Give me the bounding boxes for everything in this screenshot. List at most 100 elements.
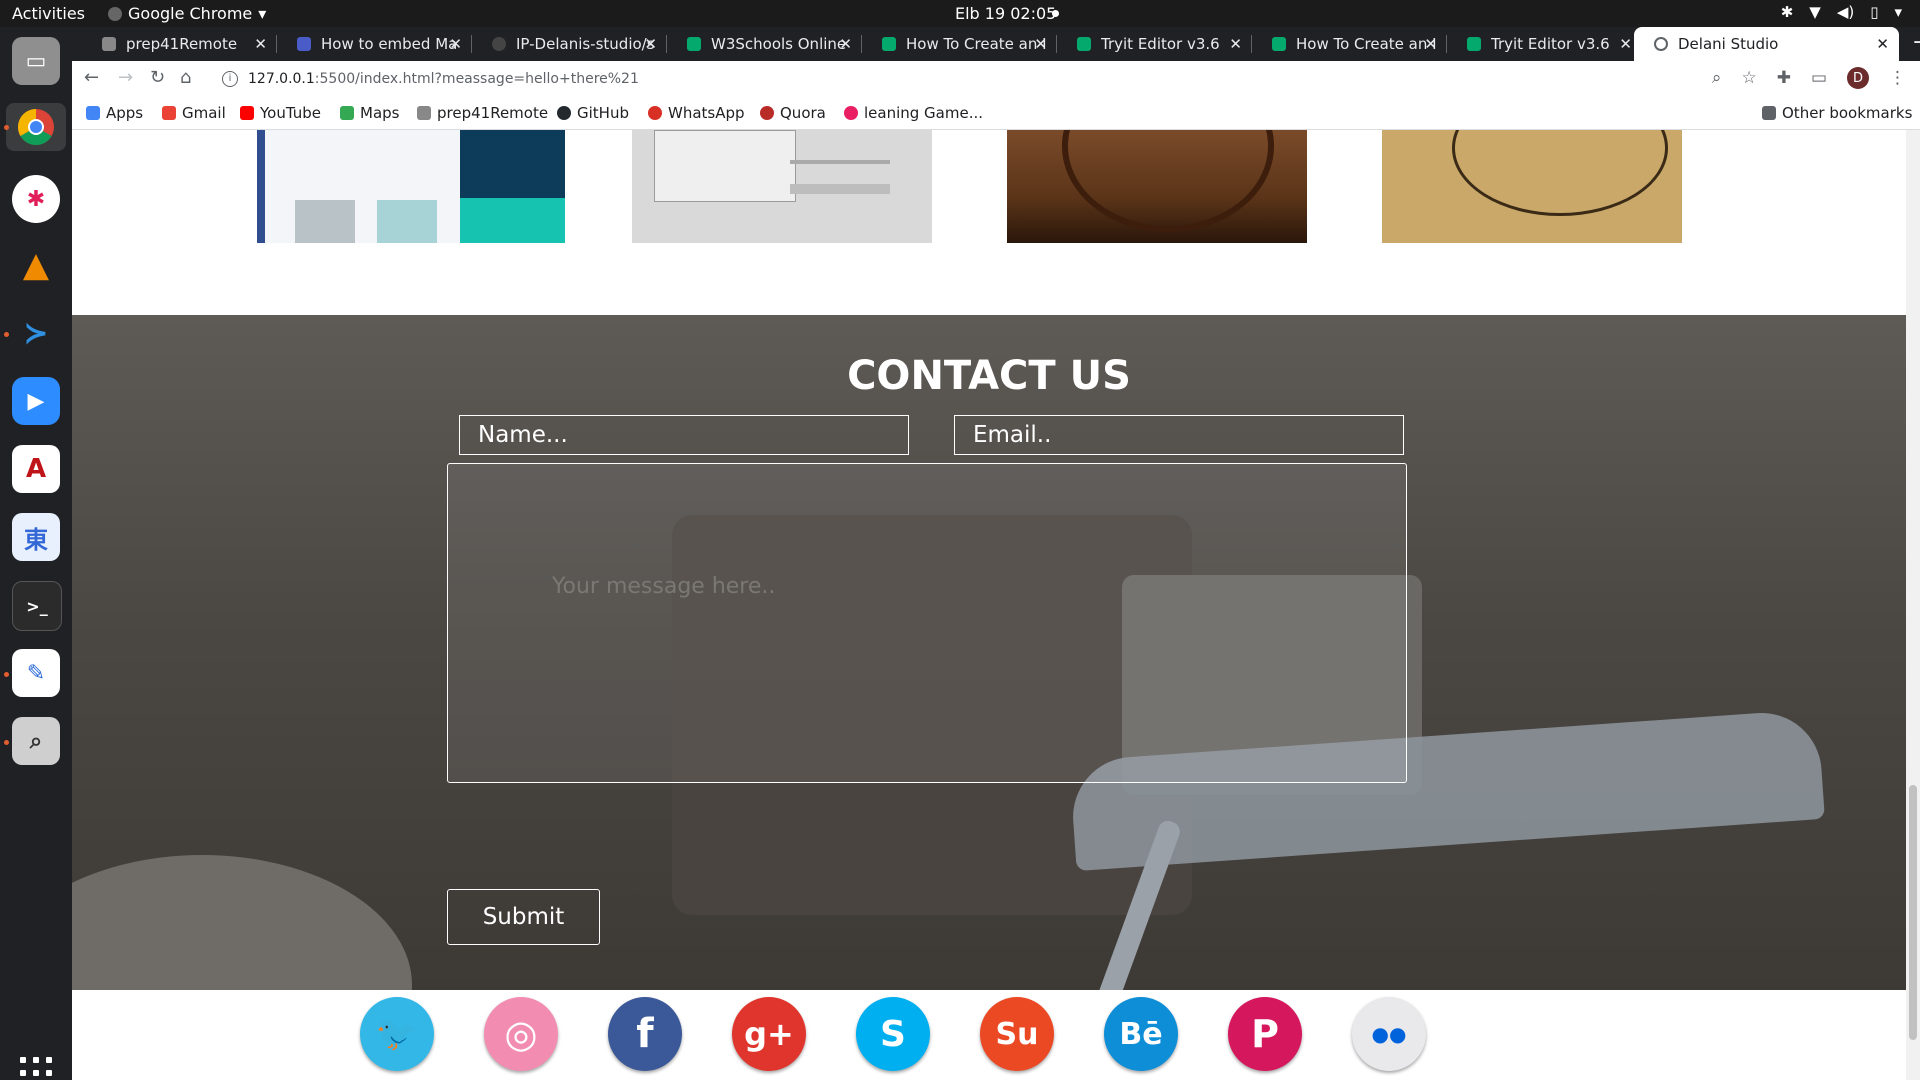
email-input[interactable] [954,415,1404,455]
message-textarea[interactable] [447,463,1407,783]
input-method-icon[interactable]: 東 [12,513,60,561]
portfolio-image-restaurant-stamp[interactable] [1382,130,1682,243]
tab-w3schools[interactable]: W3Schools Online ✕ [667,27,862,61]
bookmark-whatsapp[interactable]: WhatsApp [648,104,745,122]
zoom-icon[interactable]: ⌕ [1712,68,1722,88]
tab-title: prep41Remote [126,35,238,53]
tab-github-repo[interactable]: IP-Delanis-studio/s ✕ [472,27,667,61]
close-tab-icon[interactable]: ✕ [254,35,267,53]
bookmark-star-icon[interactable]: ☆ [1741,68,1756,88]
close-tab-icon[interactable]: ✕ [1619,35,1632,53]
back-icon[interactable]: ← [84,67,99,88]
scrollbar-thumb[interactable] [1909,785,1917,1040]
tab-title: How To Create an I [1296,35,1436,53]
browser-toolbar: ← → ↻ ⌂ i 127.0.0.1:5500/index.html?meas… [72,61,1920,97]
w3schools-icon [1077,37,1091,51]
tab-prep41remote[interactable]: prep41Remote ✕ [82,27,277,61]
vscode-icon[interactable]: ≻ [12,309,60,357]
dribbble-icon[interactable]: ◎ [484,997,558,1071]
tab-tryit-editor-1[interactable]: Tryit Editor v3.6 ✕ [1057,27,1252,61]
running-indicator-icon [4,672,9,677]
profile-avatar[interactable]: D [1847,67,1869,89]
terminal-icon[interactable]: >_ [12,581,62,631]
bookmark-gmail[interactable]: Gmail [162,104,226,122]
power-menu-icon[interactable]: ▾ [1894,3,1902,21]
bookmark-youtube[interactable]: YouTube [240,104,321,122]
thumbnail-sidebar [460,130,565,243]
portfolio-image-form-ui[interactable] [632,130,932,243]
pinterest-icon[interactable]: P [1228,997,1302,1071]
thumbnail-form [654,130,796,202]
tab-tryit-editor-2[interactable]: Tryit Editor v3.6 ✕ [1447,27,1642,61]
show-applications-icon[interactable] [20,1057,52,1089]
cast-icon[interactable]: ▭ [1811,68,1827,88]
slack-icon[interactable]: ✱ [12,175,60,223]
tab-delani-studio[interactable]: Delani Studio ✕ [1634,27,1899,61]
google-plus-icon[interactable]: g+ [732,997,806,1071]
tab-how-to-create-1[interactable]: How To Create an I ✕ [862,27,1057,61]
bookmark-leaning-game[interactable]: leaning Game... [844,104,983,122]
new-tab-icon[interactable]: + [1912,30,1920,55]
address-bar[interactable]: i 127.0.0.1:5500/index.html?meassage=hel… [212,65,1862,93]
tab-how-to-create-2[interactable]: How To Create an I ✕ [1252,27,1447,61]
submit-button[interactable]: Submit [447,889,600,945]
tab-embed-maps[interactable]: How to embed Ma ✕ [277,27,472,61]
clock[interactable]: Elb 19 02:05 [955,4,1056,23]
home-icon[interactable]: ⌂ [180,67,191,88]
bookmark-github[interactable]: GitHub [557,104,629,122]
forward-icon[interactable]: → [118,67,133,88]
files-icon[interactable]: ▭ [12,37,60,85]
close-tab-icon[interactable]: ✕ [1876,35,1889,53]
site-info-icon[interactable]: i [222,71,238,87]
stumbleupon-icon[interactable]: Su [980,997,1054,1071]
screenshot-search-icon[interactable]: ⌕ [12,717,60,765]
skype-icon[interactable]: S [856,997,930,1071]
portfolio-image-website[interactable] [257,130,565,243]
chrome-dock-icon[interactable] [6,103,66,151]
bookmark-apps[interactable]: Apps [86,104,143,122]
other-bookmarks[interactable]: Other bookmarks [1762,104,1912,122]
volume-icon[interactable]: ◀) [1837,3,1854,21]
close-tab-icon[interactable]: ✕ [839,35,852,53]
close-tab-icon[interactable]: ✕ [1229,35,1242,53]
globe-icon [1654,37,1668,51]
zoom-icon[interactable]: ▶ [12,377,60,425]
system-top-bar: Activities Google Chrome ▾ Elb 19 02:05 … [0,0,1920,27]
running-indicator-icon [4,740,9,745]
bookmark-label: Maps [360,104,400,122]
vlc-icon[interactable]: ▲ [12,241,60,289]
wifi-icon[interactable]: ▼ [1809,3,1821,21]
logo-seal [1062,130,1274,232]
activities-button[interactable]: Activities [12,4,85,23]
close-tab-icon[interactable]: ✕ [1034,35,1047,53]
portfolio-image-logo-mockup[interactable] [1007,130,1307,243]
solitaire-icon[interactable]: A [12,445,60,493]
system-tray[interactable]: ✱ ▼ ◀) ▯ ▾ [1781,3,1902,21]
bookmark-maps[interactable]: Maps [340,104,399,122]
close-tab-icon[interactable]: ✕ [449,35,462,53]
facebook-icon[interactable]: f [608,997,682,1071]
close-tab-icon[interactable]: ✕ [1424,35,1437,53]
bookmark-label: GitHub [577,104,629,122]
close-tab-icon[interactable]: ✕ [644,35,657,53]
github-icon [492,37,506,51]
bookmarks-bar: Apps Gmail YouTube Maps prep41Remote Git… [72,97,1920,130]
running-indicator-icon [4,125,9,130]
battery-icon[interactable]: ▯ [1870,3,1878,21]
more-menu-icon[interactable]: ⋮ [1889,68,1906,88]
reload-icon[interactable]: ↻ [150,67,165,88]
text-editor-icon[interactable]: ✎ [12,649,60,697]
app-menu[interactable]: Google Chrome ▾ [108,4,266,23]
caret-down-icon: ▾ [258,4,267,23]
slack-tray-icon[interactable]: ✱ [1781,3,1794,21]
bookmark-prep41remote[interactable]: prep41Remote [417,104,548,122]
behance-icon[interactable]: Bē [1104,997,1178,1071]
twitter-icon[interactable]: 🐦 [360,997,434,1071]
flickr-icon[interactable]: ●● [1352,997,1426,1071]
w3schools-icon [882,37,896,51]
extensions-icon[interactable]: ✚ [1777,68,1791,88]
page-scrollbar[interactable] [1906,130,1920,1080]
name-input[interactable] [459,415,909,455]
bookmark-quora[interactable]: Quora [760,104,826,122]
tab-favicon-icon [102,37,116,51]
